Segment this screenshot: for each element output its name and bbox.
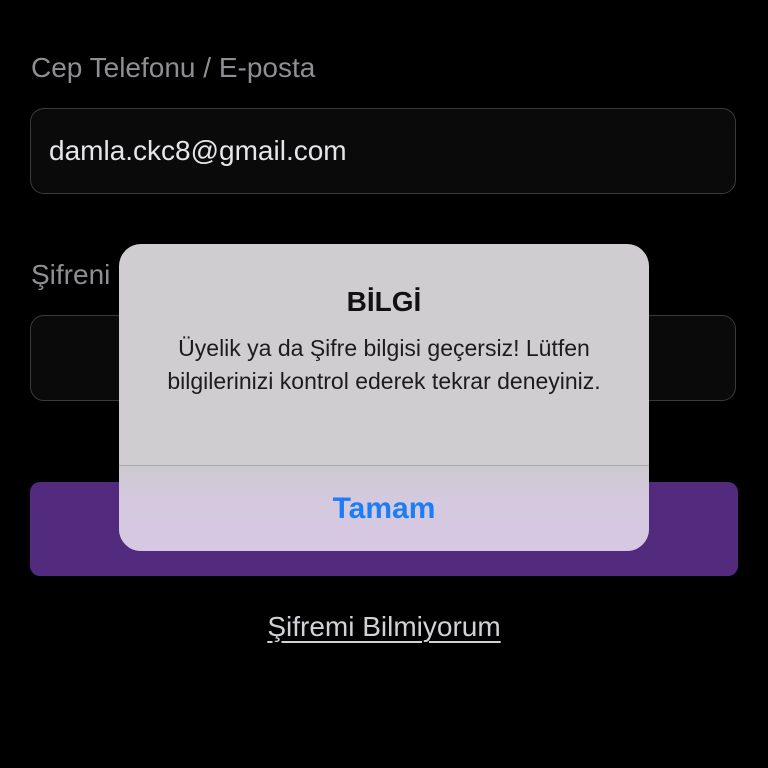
password-label: Şifreni xyxy=(31,259,111,290)
alert-button-area: Tamam xyxy=(119,466,649,551)
email-field[interactable]: damla.ckc8@gmail.com xyxy=(30,108,736,194)
info-alert-dialog: BİLGİ Üyelik ya da Şifre bilgisi geçersi… xyxy=(119,244,649,551)
alert-message: Üyelik ya da Şifre bilgisi geçersiz! Lüt… xyxy=(167,335,601,394)
alert-body: BİLGİ Üyelik ya da Şifre bilgisi geçersi… xyxy=(119,244,649,465)
forgot-password-link[interactable]: Şifremi Bilmiyorum xyxy=(0,611,768,643)
email-field-value: damla.ckc8@gmail.com xyxy=(49,135,347,166)
alert-title: BİLGİ xyxy=(346,286,422,317)
phone-email-label: Cep Telefonu / E-posta xyxy=(31,52,316,83)
ok-button[interactable]: Tamam xyxy=(119,466,649,551)
